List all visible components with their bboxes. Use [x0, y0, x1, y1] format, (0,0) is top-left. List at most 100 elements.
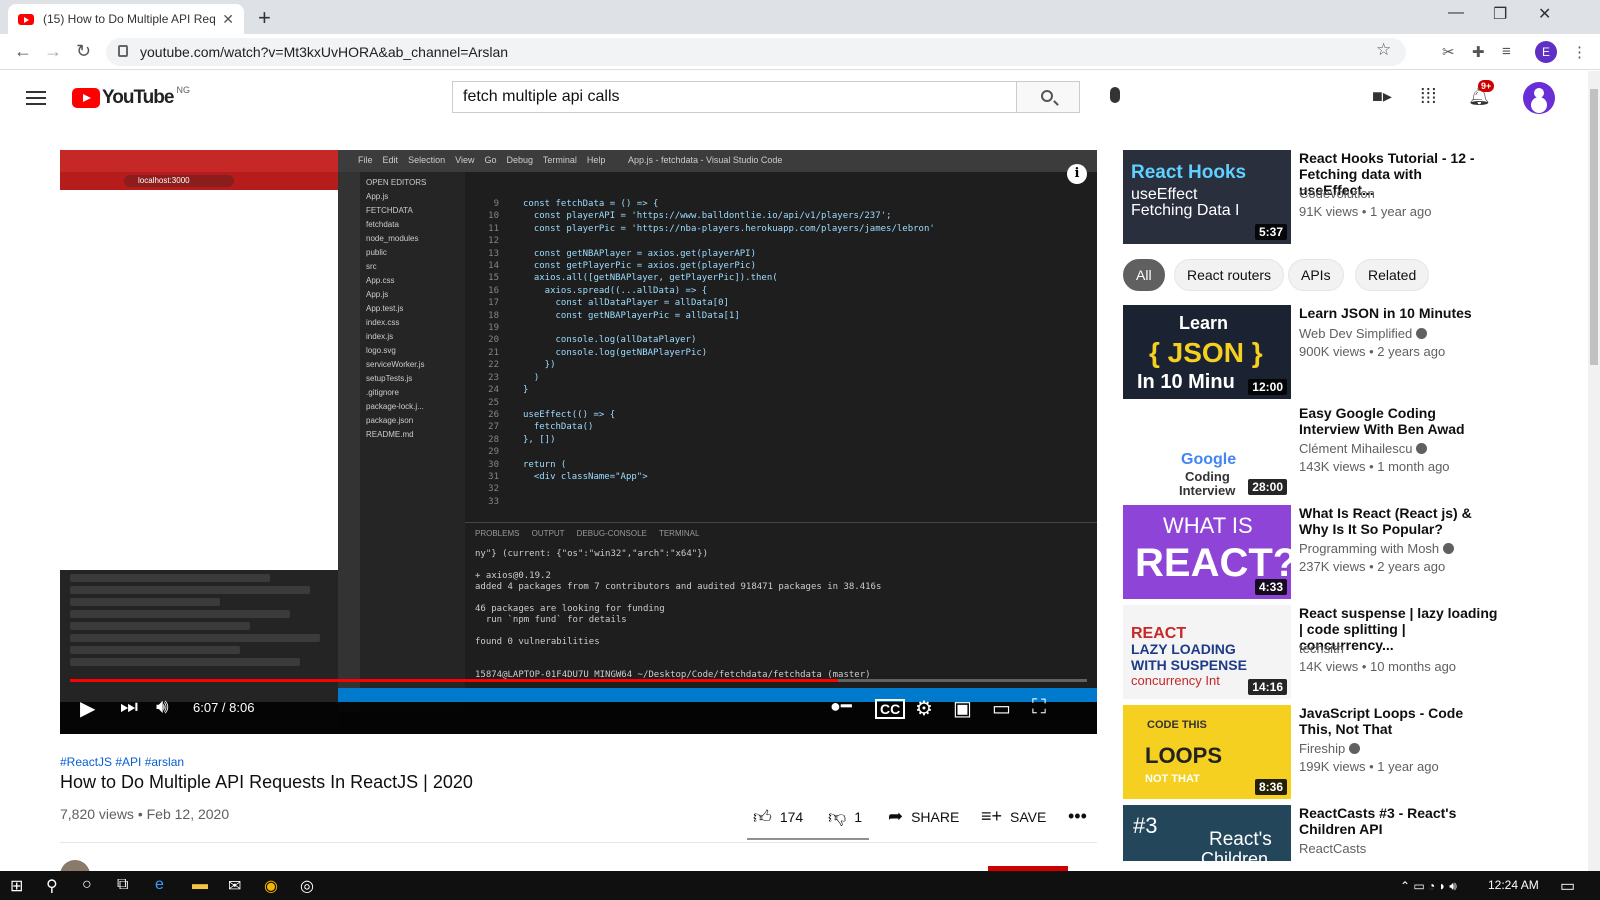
scrollbar-thumb[interactable]: [1590, 89, 1598, 365]
close-window-button[interactable]: ✕: [1538, 4, 1551, 24]
video-info-icon[interactable]: i: [1067, 164, 1087, 184]
mail-icon[interactable]: ✉: [228, 876, 241, 896]
account-avatar[interactable]: [1523, 82, 1555, 114]
channel-name[interactable]: ReactCasts: [1299, 841, 1366, 856]
channel-name-text: Clément Mihailescu: [1299, 441, 1413, 456]
search-button[interactable]: [1016, 81, 1080, 113]
notifications-bell-icon[interactable]: 🔔︎ 9+: [1468, 80, 1495, 107]
video-title[interactable]: Learn JSON in 10 Minutes: [1299, 305, 1499, 321]
extension-icon[interactable]: ✂: [1442, 43, 1455, 61]
chrome-icon[interactable]: ◉: [264, 876, 278, 896]
chip-all[interactable]: All: [1123, 259, 1165, 291]
fullscreen-icon[interactable]: ⛶: [1032, 696, 1046, 719]
obs-icon[interactable]: ◎: [300, 876, 314, 896]
windows-start-icon[interactable]: ⊞: [10, 876, 23, 896]
explorer-item: FETCHDATA: [366, 206, 413, 215]
verified-check-icon: [1349, 743, 1361, 754]
chip-related[interactable]: Related: [1355, 259, 1430, 291]
recommended-video-card[interactable]: Learn { JSON } In 10 Minu 12:00 Learn JSON i…: [1123, 305, 1563, 401]
next-icon[interactable]: ⏭: [120, 696, 138, 719]
hamburger-menu-icon[interactable]: [26, 91, 46, 93]
video-frame-browser-window: localhost:3000: [60, 150, 338, 570]
dislike-button[interactable]: 👎︎ 1: [828, 806, 862, 828]
video-thumbnail[interactable]: Learn { JSON } In 10 Minu 12:00: [1123, 305, 1291, 399]
recommended-video-card[interactable]: WHAT IS REACT? 4:33 What Is React (React js…: [1123, 505, 1563, 601]
maximize-window-button[interactable]: ❐: [1493, 4, 1507, 24]
share-button[interactable]: ➦ SHARE: [888, 806, 959, 827]
new-tab-button[interactable]: +: [258, 5, 271, 31]
video-title[interactable]: JavaScript Loops - Code This, Not That: [1299, 705, 1499, 737]
chip-apis[interactable]: APIs: [1288, 259, 1344, 291]
recommended-video-card[interactable]: #3 React'sChildren API ReactCasts #3 - Rea…: [1123, 805, 1563, 861]
media-control-icon[interactable]: ≡: [1502, 43, 1511, 60]
recommended-video-card[interactable]: CODE THIS LOOPS NOT THAT 8:36 JavaScript Loo…: [1123, 705, 1563, 801]
video-thumbnail[interactable]: React Hooks useEffect Fetching Data I 5:37: [1123, 150, 1291, 244]
channel-name[interactable]: Clément Mihailescu: [1299, 441, 1428, 456]
autoplay-toggle[interactable]: ●━: [830, 696, 852, 717]
channel-name[interactable]: Codevolution: [1299, 186, 1375, 201]
system-tray-icons[interactable]: ⌃ ▭ ◔ ◗ 🔊︎: [1400, 879, 1457, 894]
recommended-video-card[interactable]: REACT LAZY LOADING WITH SUSPENSE concurrenc…: [1123, 605, 1563, 701]
video-frame-menubar: File Edit Selection View Go Debug Termin…: [338, 150, 1097, 172]
progress-fill: [70, 679, 838, 682]
recommended-video-card[interactable]: React Hooks useEffect Fetching Data I 5:37 R…: [1123, 150, 1563, 246]
video-thumbnail[interactable]: CODE THIS LOOPS NOT THAT 8:36: [1123, 705, 1291, 799]
thumbnail-text: WITH SUSPENSE: [1131, 657, 1247, 673]
search-input[interactable]: fetch multiple api calls: [452, 81, 1017, 113]
channel-name[interactable]: Programming with Mosh: [1299, 541, 1455, 556]
file-explorer-icon[interactable]: ▬: [192, 876, 208, 894]
play-icon[interactable]: ▶: [80, 696, 95, 721]
video-thumbnail[interactable]: #3 React'sChildren API: [1123, 805, 1291, 861]
more-actions-icon[interactable]: •••: [1068, 806, 1087, 827]
video-thumbnail[interactable]: REACT LAZY LOADING WITH SUSPENSE concurrenc…: [1123, 605, 1291, 699]
save-button[interactable]: ≡+ SAVE: [981, 806, 1046, 827]
browser-tab[interactable]: (15) How to Do Multiple API Req ✕: [8, 4, 244, 34]
video-duration: 28:00: [1248, 479, 1287, 495]
subtitles-icon[interactable]: CC: [875, 699, 906, 719]
forward-arrow-icon[interactable]: →: [44, 41, 62, 62]
video-player[interactable]: localhost:3000 File Edit Selection View …: [60, 150, 1097, 734]
edge-icon[interactable]: e: [155, 876, 164, 894]
chip-react-routers[interactable]: React routers: [1174, 259, 1285, 291]
player-controls: ▶ ⏭ 🔊︎ 6:07 / 8:06 ●━ CC ⚙ ▣ ▭ ⛶: [60, 684, 1097, 734]
video-title[interactable]: Easy Google Coding Interview With Ben Aw…: [1299, 405, 1499, 437]
channel-name[interactable]: Web Dev Simplified: [1299, 326, 1428, 341]
taskbar-search-icon[interactable]: ⚲: [46, 876, 58, 896]
address-bar[interactable]: youtube.com/watch?v=Mt3kxUvHORA&ab_chann…: [106, 38, 1406, 66]
cortana-icon[interactable]: ○: [82, 876, 92, 894]
channel-name[interactable]: Fireship: [1299, 741, 1361, 756]
apps-grid-icon[interactable]: ⁞⁞⁞: [1420, 86, 1437, 109]
explorer-item: public: [366, 248, 387, 257]
like-button[interactable]: 👍︎ 174: [753, 806, 803, 828]
microphone-icon[interactable]: [1110, 87, 1120, 103]
browser-profile-avatar[interactable]: E: [1535, 41, 1557, 63]
channel-name[interactable]: techsith: [1299, 641, 1344, 656]
video-meta: 199K views • 1 year ago: [1299, 759, 1439, 774]
explorer-item: setupTests.js: [366, 374, 413, 383]
video-title[interactable]: ReactCasts #3 - React's Children API: [1299, 805, 1499, 837]
video-title[interactable]: What Is React (React js) & Why Is It So …: [1299, 505, 1499, 537]
video-hashtags[interactable]: #ReactJS #API #arslan: [60, 755, 184, 769]
task-view-icon[interactable]: ⧉: [117, 876, 128, 894]
back-arrow-icon[interactable]: ←: [14, 41, 32, 62]
settings-gear-icon[interactable]: ⚙: [915, 696, 933, 721]
miniplayer-icon[interactable]: ▣: [953, 696, 972, 721]
page-scrollbar[interactable]: [1588, 71, 1600, 871]
reload-icon[interactable]: ↻: [76, 41, 91, 62]
youtube-logo[interactable]: YouTube NG: [72, 85, 190, 109]
volume-icon[interactable]: 🔊︎: [156, 696, 169, 719]
progress-bar[interactable]: [70, 679, 1087, 682]
theater-mode-icon[interactable]: ▭: [992, 696, 1011, 721]
minimize-window-button[interactable]: —: [1448, 4, 1464, 22]
bookmark-star-icon[interactable]: ☆: [1376, 40, 1391, 60]
video-thumbnail[interactable]: Google Coding Interview 28:00: [1123, 405, 1291, 499]
menu-terminal: Terminal: [542, 155, 577, 165]
share-arrow-icon: ➦: [888, 806, 904, 826]
extensions-puzzle-icon[interactable]: ✚: [1472, 43, 1485, 61]
recommended-video-card[interactable]: Google Coding Interview 28:00 Easy Google Co…: [1123, 405, 1563, 501]
browser-menu-icon[interactable]: ⋮: [1572, 43, 1587, 61]
video-thumbnail[interactable]: WHAT IS REACT? 4:33: [1123, 505, 1291, 599]
close-tab-icon[interactable]: ✕: [222, 11, 234, 28]
create-video-icon[interactable]: ■▸: [1372, 86, 1392, 107]
notifications-center-icon[interactable]: ▭: [1560, 876, 1575, 896]
